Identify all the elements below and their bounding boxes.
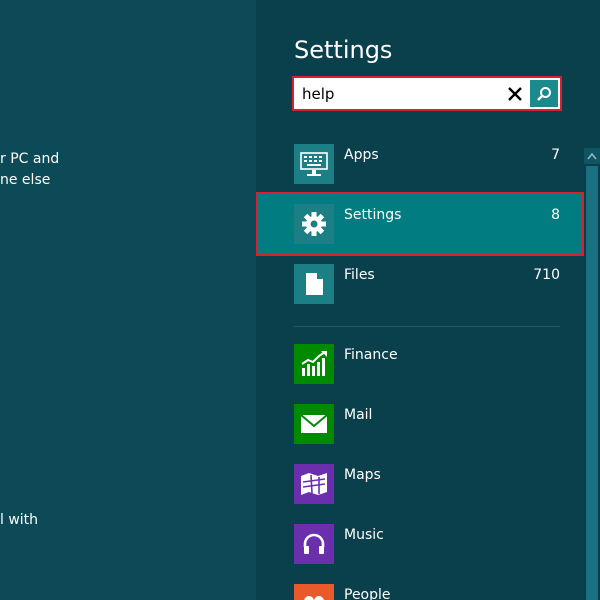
chevron-up-icon — [587, 152, 597, 160]
category-count: 710 — [533, 267, 560, 283]
app-music[interactable]: Music — [294, 524, 560, 564]
app-people[interactable]: People — [294, 584, 560, 600]
background-text-line: l with — [0, 512, 39, 528]
background-text-line: ne else — [0, 172, 51, 188]
category-count: 7 — [551, 147, 560, 163]
clear-search-button[interactable] — [504, 82, 526, 106]
search-icon — [537, 86, 551, 101]
headphones-icon — [294, 524, 334, 564]
app-label: Maps — [344, 467, 381, 483]
pane-title: Settings — [294, 36, 393, 64]
category-label: Apps — [344, 147, 379, 163]
mail-envelope-icon — [294, 404, 334, 444]
app-label: Mail — [344, 407, 373, 423]
scroll-up-button[interactable] — [584, 148, 600, 164]
app-label: Music — [344, 527, 384, 543]
category-apps[interactable]: Apps 7 — [294, 144, 560, 184]
search-pane: Settings help Apps 7 Settings 8 Files 71… — [256, 0, 600, 600]
app-label: People — [344, 587, 391, 600]
app-finance[interactable]: Finance — [294, 344, 560, 384]
divider — [294, 326, 560, 327]
search-input[interactable] — [302, 84, 502, 104]
search-box[interactable] — [292, 76, 562, 111]
close-icon — [508, 87, 522, 101]
background-text-line: r PC and — [0, 151, 60, 167]
search-button[interactable] — [530, 80, 558, 107]
category-label: Files — [344, 267, 375, 283]
keyboard-icon — [294, 144, 334, 184]
app-label: Finance — [344, 347, 398, 363]
finance-chart-icon — [294, 344, 334, 384]
category-count: 8 — [551, 207, 560, 223]
category-settings[interactable]: Settings 8 — [294, 204, 560, 244]
app-maps[interactable]: Maps — [294, 464, 560, 504]
file-icon — [294, 264, 334, 304]
scrollbar[interactable] — [584, 148, 600, 600]
people-icon — [294, 584, 334, 600]
background-panel: r PC and ne else l with — [0, 0, 256, 600]
category-label: Settings — [344, 207, 402, 223]
gear-icon — [294, 204, 334, 244]
category-files[interactable]: Files 710 — [294, 264, 560, 304]
app-mail[interactable]: Mail — [294, 404, 560, 444]
map-icon — [294, 464, 334, 504]
scroll-thumb[interactable] — [586, 166, 598, 600]
